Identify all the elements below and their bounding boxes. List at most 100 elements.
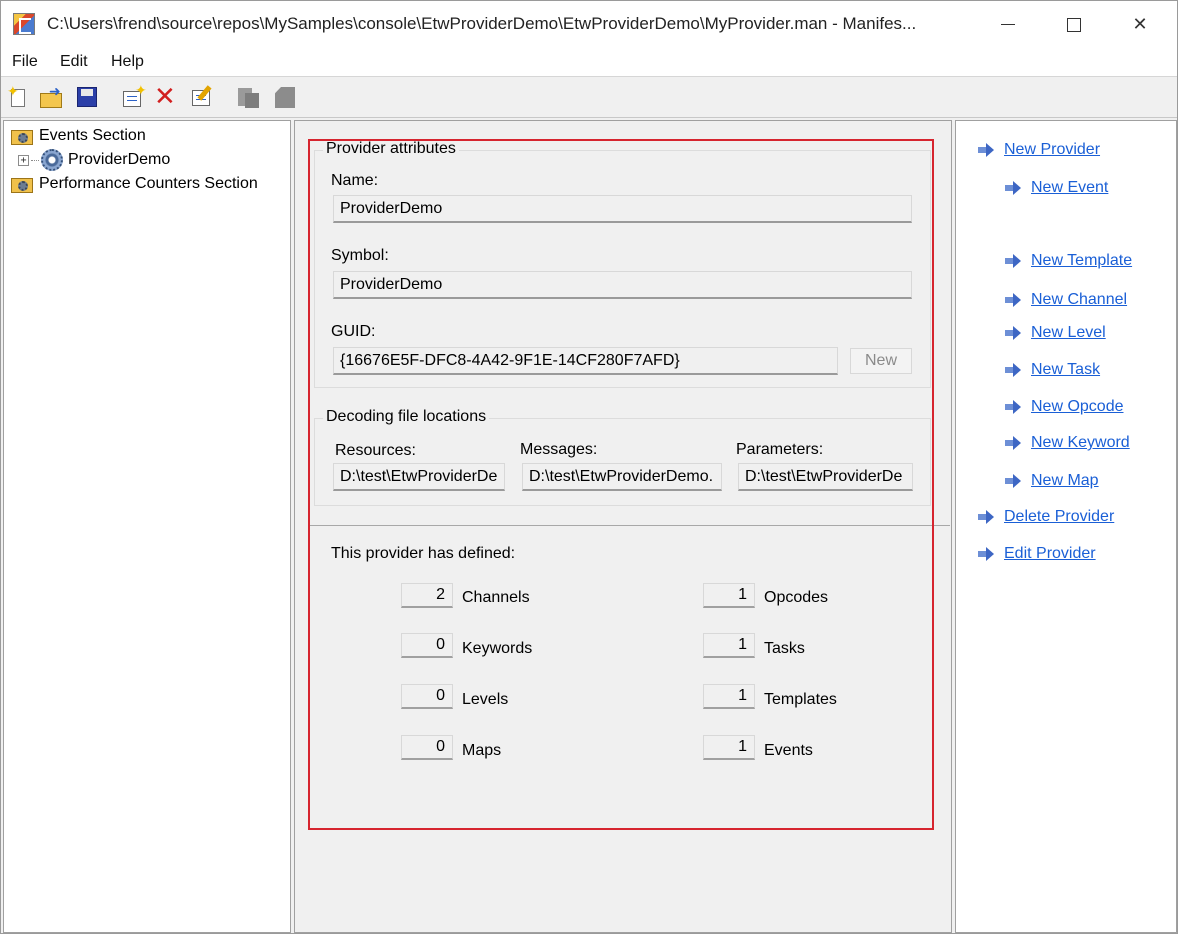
arrow-right-icon xyxy=(1003,253,1023,269)
paste-icon xyxy=(273,85,297,109)
resources-label: Resources: xyxy=(335,442,416,459)
action-link[interactable]: New Task xyxy=(1031,361,1100,379)
new-item-icon[interactable]: ✦ xyxy=(121,82,147,109)
folder-gear-icon xyxy=(10,174,34,194)
arrow-right-icon xyxy=(1003,292,1023,308)
keywords-label: Keywords xyxy=(462,640,533,657)
open-folder-icon[interactable]: ➜ xyxy=(39,83,63,109)
decoding-locations-group: Decoding file locations xyxy=(314,408,931,506)
events-label: Events xyxy=(764,742,813,759)
tree-item-providerdemo[interactable]: + ProviderDemo xyxy=(18,149,170,171)
action-link[interactable]: New Opcode xyxy=(1031,398,1124,416)
parameters-label: Parameters: xyxy=(736,441,824,458)
toolbar: ✦ ➜ ✦ ✕ xyxy=(1,78,1177,118)
action-link[interactable]: New Level xyxy=(1031,324,1106,342)
action-new-task[interactable]: New Task xyxy=(1003,361,1100,379)
action-link[interactable]: New Template xyxy=(1031,252,1132,270)
templates-count: 1 xyxy=(703,684,755,709)
app-icon xyxy=(13,13,35,35)
name-label: Name: xyxy=(331,172,379,189)
gear-icon xyxy=(41,149,63,171)
minimize-button[interactable] xyxy=(975,1,1041,48)
arrow-right-icon xyxy=(976,546,996,562)
action-link[interactable]: New Keyword xyxy=(1031,434,1130,452)
copy-icon xyxy=(237,85,261,109)
action-edit-provider[interactable]: Edit Provider xyxy=(976,545,1096,563)
new-guid-button[interactable]: New xyxy=(850,348,912,374)
action-link[interactable]: New Map xyxy=(1031,472,1099,490)
tree-item-label: Performance Counters Section xyxy=(39,175,258,192)
arrow-right-icon xyxy=(976,142,996,158)
expand-icon[interactable]: + xyxy=(18,154,29,166)
window-title: C:\Users\frend\source\repos\MySamples\co… xyxy=(47,14,917,33)
delete-icon[interactable]: ✕ xyxy=(154,84,178,110)
action-link[interactable]: New Event xyxy=(1031,179,1108,197)
minimize-icon xyxy=(1001,24,1015,25)
symbol-label: Symbol: xyxy=(331,247,389,264)
arrow-right-icon xyxy=(1003,473,1023,489)
guid-label: GUID: xyxy=(331,323,376,340)
action-new-map[interactable]: New Map xyxy=(1003,472,1099,490)
menu-edit[interactable]: Edit xyxy=(60,53,88,71)
folder-gear-icon xyxy=(10,126,34,146)
arrow-right-icon xyxy=(1003,435,1023,451)
action-new-opcode[interactable]: New Opcode xyxy=(1003,398,1124,416)
guid-field[interactable]: {16676E5F-DFC8-4A42-9F1E-14CF280F7AFD} xyxy=(333,347,838,375)
menu-file[interactable]: File xyxy=(12,53,38,71)
action-link[interactable]: Edit Provider xyxy=(1004,545,1096,563)
resources-field[interactable]: D:\test\EtwProviderDe xyxy=(333,463,505,491)
tasks-label: Tasks xyxy=(764,640,805,657)
action-link[interactable]: New Channel xyxy=(1031,291,1127,309)
tree-item-label: Events Section xyxy=(39,127,146,144)
divider xyxy=(310,525,950,526)
app-window: C:\Users\frend\source\repos\MySamples\co… xyxy=(0,0,1178,934)
name-field[interactable]: ProviderDemo xyxy=(333,195,912,223)
menu-bar: File Edit Help xyxy=(1,48,1177,77)
opcodes-label: Opcodes xyxy=(764,589,829,606)
action-new-provider[interactable]: New Provider xyxy=(976,141,1100,159)
action-new-template[interactable]: New Template xyxy=(1003,252,1132,270)
channels-label: Channels xyxy=(462,589,530,606)
action-link[interactable]: Delete Provider xyxy=(1004,508,1114,526)
tree-item-events-section[interactable]: Events Section xyxy=(10,125,146,147)
new-file-icon[interactable]: ✦ xyxy=(7,83,31,109)
keywords-count: 0 xyxy=(401,633,453,658)
events-count: 1 xyxy=(703,735,755,760)
arrow-right-icon xyxy=(1003,180,1023,196)
summary-heading: This provider has defined: xyxy=(331,545,516,562)
close-icon: ✕ xyxy=(1132,14,1148,35)
action-new-keyword[interactable]: New Keyword xyxy=(1003,434,1130,452)
messages-field[interactable]: D:\test\EtwProviderDemo. xyxy=(522,463,722,491)
tree-item-performance-counters[interactable]: Performance Counters Section xyxy=(10,173,258,195)
action-new-event[interactable]: New Event xyxy=(1003,179,1108,197)
group-title: Provider attributes xyxy=(323,140,459,158)
title-bar: C:\Users\frend\source\repos\MySamples\co… xyxy=(1,1,1177,48)
tasks-count: 1 xyxy=(703,633,755,658)
maps-count: 0 xyxy=(401,735,453,760)
levels-count: 0 xyxy=(401,684,453,709)
actions-panel: New Provider New Event New Template New … xyxy=(955,120,1177,933)
maps-label: Maps xyxy=(462,742,502,759)
tree-panel: Events Section + ProviderDemo Performanc… xyxy=(3,120,291,933)
arrow-right-icon xyxy=(1003,399,1023,415)
messages-label: Messages: xyxy=(520,441,598,458)
save-icon[interactable] xyxy=(75,85,99,109)
action-link[interactable]: New Provider xyxy=(1004,141,1100,159)
close-button[interactable]: ✕ xyxy=(1107,1,1173,48)
tree-item-label: ProviderDemo xyxy=(68,151,171,168)
parameters-field[interactable]: D:\test\EtwProviderDe xyxy=(738,463,913,491)
action-new-level[interactable]: New Level xyxy=(1003,324,1106,342)
levels-label: Levels xyxy=(462,691,509,708)
maximize-icon xyxy=(1067,17,1081,32)
maximize-button[interactable] xyxy=(1041,1,1107,48)
menu-help[interactable]: Help xyxy=(111,53,144,71)
opcodes-count: 1 xyxy=(703,583,755,608)
arrow-right-icon xyxy=(1003,362,1023,378)
arrow-right-icon xyxy=(976,509,996,525)
group-title: Decoding file locations xyxy=(323,408,490,426)
action-new-channel[interactable]: New Channel xyxy=(1003,291,1127,309)
templates-label: Templates xyxy=(764,691,837,708)
edit-icon[interactable] xyxy=(190,85,214,109)
action-delete-provider[interactable]: Delete Provider xyxy=(976,508,1114,526)
symbol-field[interactable]: ProviderDemo xyxy=(333,271,912,299)
